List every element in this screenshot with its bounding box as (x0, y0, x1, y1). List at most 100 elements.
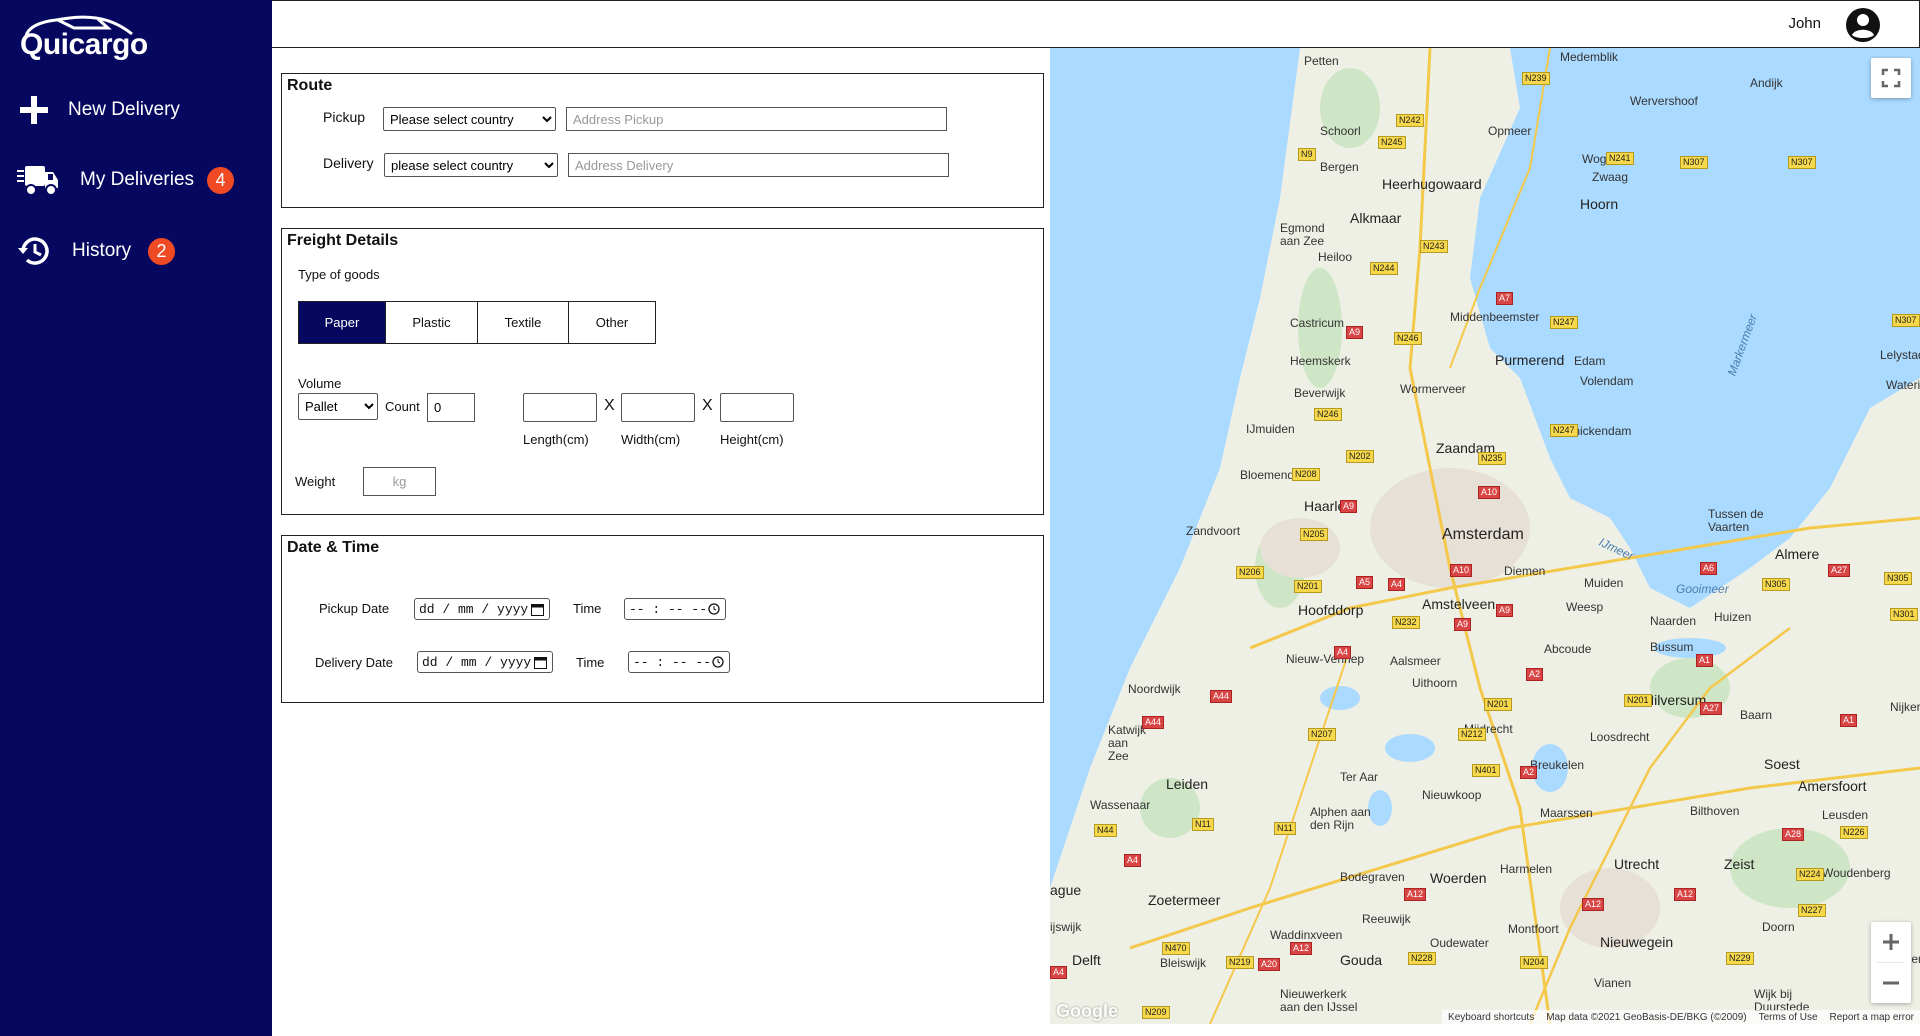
pickup-label: Pickup (323, 109, 366, 125)
route-section: Route Pickup Please select country Deliv… (281, 73, 1044, 208)
map-label: Tussen de Vaarten (1708, 507, 1764, 534)
road-shield: N207 (1308, 728, 1336, 741)
road-shield: A10 (1478, 486, 1501, 499)
user-avatar-icon[interactable] (1845, 7, 1881, 43)
pickup-time-value: -- : -- -- (629, 601, 708, 617)
map-label: Beverwijk (1294, 386, 1346, 400)
road-shield: N202 (1346, 450, 1374, 463)
nav-my-deliveries[interactable]: My Deliveries 4 (0, 158, 272, 202)
brand-name: Quicargo (20, 28, 148, 61)
fullscreen-button[interactable] (1871, 58, 1911, 98)
map-label: Weesp (1566, 600, 1604, 614)
road-shield: N242 (1396, 114, 1424, 127)
delivery-time-input[interactable]: -- : -- -- (628, 651, 730, 673)
road-shield: A2 (1526, 668, 1544, 681)
map-label: Diemen (1504, 564, 1546, 578)
map-label: Zeist (1724, 856, 1755, 872)
road-shield: N401 (1472, 764, 1500, 777)
clock-icon[interactable] (708, 603, 720, 619)
map-label: Bilthoven (1690, 804, 1740, 818)
map-label: Wateri (1886, 378, 1920, 392)
road-shield: A28 (1782, 828, 1805, 841)
goods-paper-button[interactable]: Paper (298, 301, 386, 344)
map-label: Bleiswijk (1160, 956, 1207, 970)
map-label: Egmond aan Zee (1280, 221, 1325, 248)
goods-other-button[interactable]: Other (568, 301, 656, 344)
weight-input[interactable] (363, 467, 436, 496)
road-shield: N301 (1890, 608, 1918, 621)
delivery-country-select[interactable]: please select country (384, 153, 558, 177)
delivery-address-input[interactable] (568, 153, 949, 177)
pickup-date-input[interactable]: dd / mm / yyyy (414, 598, 550, 620)
width-input[interactable] (621, 393, 695, 422)
nav-new-delivery[interactable]: New Delivery (0, 88, 272, 132)
road-shield: N307 (1892, 314, 1920, 327)
report-map-error-link[interactable]: Report a map error (1830, 1012, 1914, 1023)
road-shield: N224 (1796, 868, 1824, 881)
map-label: Soest (1764, 756, 1800, 772)
road-shield: N205 (1300, 528, 1328, 541)
user-name[interactable]: John (1788, 15, 1821, 32)
road-shield: N307 (1680, 156, 1708, 169)
keyboard-shortcuts-link[interactable]: Keyboard shortcuts (1448, 1012, 1534, 1023)
map-label: Almere (1775, 546, 1820, 562)
road-shield: N245 (1378, 136, 1406, 149)
height-input[interactable] (720, 393, 794, 422)
terms-of-use-link[interactable]: Terms of Use (1759, 1012, 1818, 1023)
zoom-out-button[interactable] (1871, 963, 1911, 1003)
goods-plastic-button[interactable]: Plastic (385, 301, 478, 344)
map-label: Medemblik (1560, 50, 1619, 64)
height-label: Height(cm) (720, 432, 784, 447)
type-of-goods-label: Type of goods (298, 267, 380, 282)
road-shield: A4 (1124, 854, 1142, 867)
calendar-icon[interactable] (534, 656, 547, 673)
road-shield: A12 (1404, 888, 1427, 901)
map-label: Zwaag (1592, 170, 1629, 184)
delivery-date-input[interactable]: dd / mm / yyyy (417, 651, 553, 673)
zoom-in-button[interactable] (1871, 922, 1911, 962)
road-shield: N247 (1550, 316, 1578, 329)
length-input[interactable] (523, 393, 597, 422)
road-shield: N232 (1392, 616, 1420, 629)
map-label: Katwijk aan Zee (1108, 723, 1147, 763)
calendar-icon[interactable] (531, 603, 544, 620)
road-shield: N11 (1192, 818, 1214, 831)
map-label: Baarn (1740, 708, 1773, 722)
road-shield: A12 (1674, 888, 1697, 901)
road-shield: A4 (1050, 966, 1068, 979)
road-shield: N209 (1142, 1006, 1170, 1019)
map-label: Bergen (1320, 160, 1359, 174)
road-shield: N246 (1394, 332, 1422, 345)
fullscreen-icon (1881, 68, 1901, 88)
road-shield: N206 (1236, 566, 1264, 579)
road-shield: N9 (1298, 148, 1316, 161)
road-shield: A12 (1290, 942, 1313, 955)
pickup-time-input[interactable]: -- : -- -- (624, 598, 726, 620)
map-label: Leusden (1822, 808, 1869, 822)
truck-icon (16, 163, 60, 197)
map-label: Andijk (1750, 76, 1783, 90)
road-shield: N470 (1162, 942, 1190, 955)
pickup-country-select[interactable]: Please select country (383, 107, 556, 131)
quicargo-logo[interactable]: Quicargo (18, 14, 148, 64)
road-shield: A9 (1454, 618, 1472, 631)
road-shield: N11 (1274, 822, 1296, 835)
google-logo[interactable]: Google (1056, 1001, 1118, 1022)
nav-history[interactable]: History 2 (0, 229, 272, 273)
map[interactable]: Petten Medemblik Andijk Wervershoof Scho… (1050, 48, 1920, 1024)
road-shield: N228 (1408, 952, 1436, 965)
road-shield: N235 (1478, 452, 1506, 465)
road-shield: A4 (1388, 578, 1406, 591)
road-shield: N44 (1094, 824, 1117, 837)
volume-unit-select[interactable]: Pallet (298, 393, 378, 420)
road-shield: A4 (1334, 646, 1352, 659)
map-label: Hoofddorp (1298, 602, 1364, 618)
map-label: Zandvoort (1186, 524, 1241, 538)
road-shield: A20 (1258, 958, 1281, 971)
count-input[interactable] (427, 393, 475, 422)
road-shield: A7 (1496, 292, 1514, 305)
pickup-address-input[interactable] (566, 107, 947, 131)
goods-textile-button[interactable]: Textile (477, 301, 569, 344)
road-shield: A9 (1496, 604, 1514, 617)
clock-icon[interactable] (712, 656, 724, 672)
